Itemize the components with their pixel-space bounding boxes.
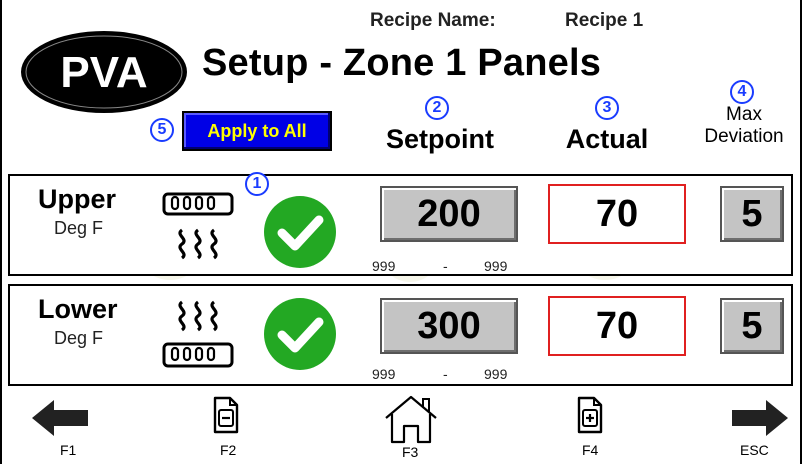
callout-1: 1 xyxy=(245,172,269,196)
callout-4: 4 xyxy=(730,80,754,104)
setpoint-header: Setpoint xyxy=(386,124,494,154)
f3-label: F3 xyxy=(402,444,419,460)
callout-5: 5 xyxy=(150,118,174,142)
check-icon xyxy=(277,215,324,251)
deviation-label: Deviation xyxy=(704,126,784,147)
remove-document-icon[interactable] xyxy=(212,396,240,434)
range-separator: - xyxy=(443,258,448,274)
forward-arrow-icon[interactable] xyxy=(730,398,790,438)
logo-text: PVA xyxy=(60,48,147,97)
callout-2: 2 xyxy=(425,96,449,120)
upper-actual-display: 70 xyxy=(548,184,686,244)
page-title: Setup - Zone 1 Panels xyxy=(202,42,602,84)
recipe-name-label: Recipe Name: xyxy=(370,10,496,31)
range-separator: - xyxy=(443,366,448,382)
row-unit: Deg F xyxy=(54,328,104,348)
check-icon xyxy=(277,317,324,353)
f2-label: F2 xyxy=(220,442,237,458)
pva-logo: PVA xyxy=(21,31,187,113)
lower-enabled-toggle[interactable] xyxy=(264,298,336,370)
zone-row-lower: Lower Deg F 300 999 - 999 70 5 xyxy=(8,284,793,386)
lower-heater-icon xyxy=(162,300,234,368)
callout-3: 3 xyxy=(595,96,619,120)
lower-setpoint-input[interactable]: 300 xyxy=(380,298,518,354)
back-arrow-icon[interactable] xyxy=(30,398,90,438)
upper-setpoint-min: 999 xyxy=(372,258,396,274)
upper-max-deviation-input[interactable]: 5 xyxy=(720,186,784,242)
apply-to-all-button[interactable]: Apply to All xyxy=(182,111,332,151)
upper-setpoint-max: 999 xyxy=(484,258,508,274)
lower-setpoint-max: 999 xyxy=(484,366,508,382)
actual-header: Actual xyxy=(565,124,649,154)
max-label: Max xyxy=(726,104,762,125)
recipe-name-value: Recipe 1 xyxy=(565,10,644,31)
upper-enabled-toggle[interactable] xyxy=(264,196,336,268)
row-unit: Deg F xyxy=(54,218,104,238)
row-label: Lower xyxy=(38,294,118,324)
lower-actual-display: 70 xyxy=(548,296,686,356)
row-label: Upper xyxy=(38,184,117,214)
max-deviation-header: Max Deviation xyxy=(692,104,796,148)
f1-label: F1 xyxy=(60,442,77,458)
upper-heater-icon xyxy=(162,192,234,260)
home-icon[interactable] xyxy=(382,394,440,444)
zone-row-upper: Upper Deg F 200 999 - 999 70 5 xyxy=(8,174,793,276)
upper-setpoint-input[interactable]: 200 xyxy=(380,186,518,242)
lower-setpoint-min: 999 xyxy=(372,366,396,382)
add-document-icon[interactable] xyxy=(576,396,604,434)
lower-max-deviation-input[interactable]: 5 xyxy=(720,298,784,354)
f4-label: F4 xyxy=(582,442,599,458)
esc-label: ESC xyxy=(740,442,769,458)
